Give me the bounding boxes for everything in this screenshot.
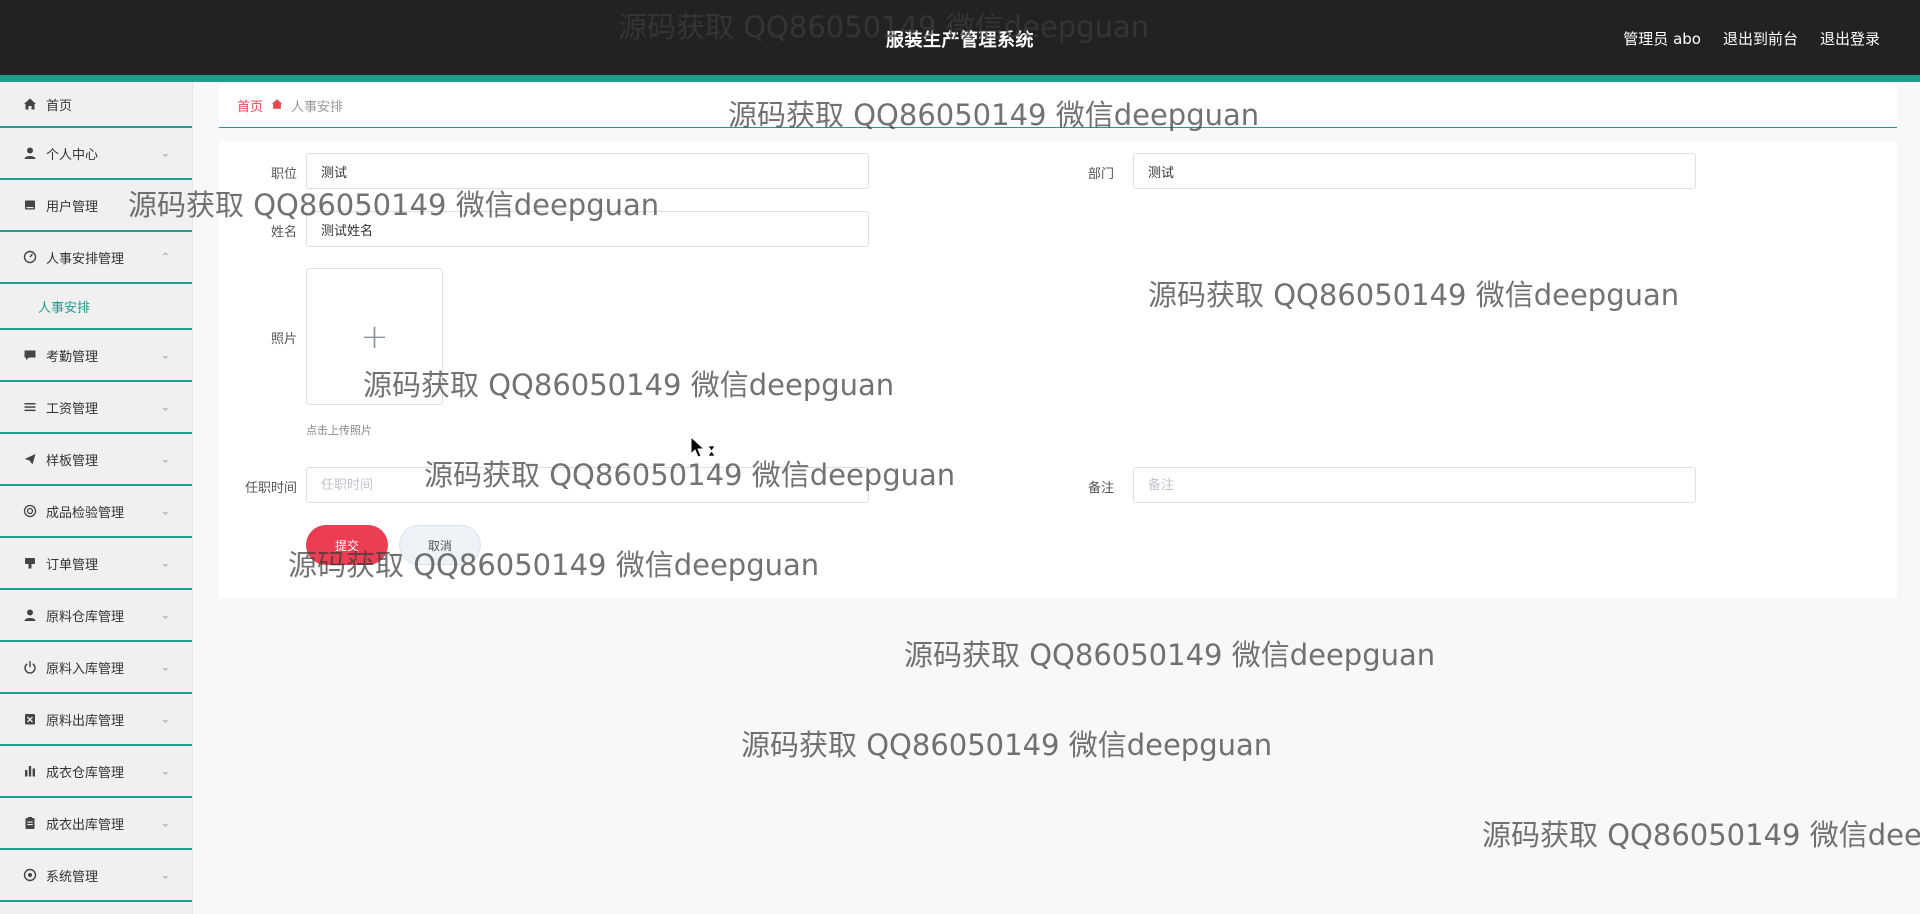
book-icon xyxy=(22,197,38,213)
chevron-up-icon: ⌃ xyxy=(160,250,170,264)
sidebar-item-raw-warehouse[interactable]: 原料仓库管理 ⌄ xyxy=(0,590,192,642)
home-icon xyxy=(271,98,283,113)
tenure-input[interactable] xyxy=(306,467,869,503)
sidebar-item-raw-outbound[interactable]: 原料出库管理 ⌄ xyxy=(0,694,192,746)
sidebar-item-label: 成品检验管理 xyxy=(46,505,125,521)
name-input[interactable] xyxy=(306,211,869,247)
form-panel: 职位 部门 姓名 照片 + 点击上传照片 任职时间 备注 提交 取消 xyxy=(219,141,1897,598)
sidebar-item-salary[interactable]: 工资管理 ⌄ xyxy=(0,382,192,434)
sidebar-item-user-management[interactable]: 用户管理 xyxy=(0,180,192,232)
sidebar-item-attendance[interactable]: 考勤管理 ⌄ xyxy=(0,330,192,382)
sidebar-item-label: 人事安排管理 xyxy=(46,251,125,267)
submit-button[interactable]: 提交 xyxy=(306,525,388,565)
sidebar-item-garment-warehouse[interactable]: 成衣仓库管理 ⌄ xyxy=(0,746,192,798)
user-icon xyxy=(22,145,38,161)
watermark-text: 源码获取 QQ86050149 微信deepguan xyxy=(741,728,1273,762)
department-input[interactable] xyxy=(1133,153,1696,189)
power-icon xyxy=(22,659,38,675)
breadcrumb: 首页 人事安排 xyxy=(219,84,1897,128)
sidebar-item-orders[interactable]: 订单管理 ⌄ xyxy=(0,538,192,590)
box-icon xyxy=(22,711,38,727)
settings-icon xyxy=(22,867,38,883)
gauge-icon xyxy=(22,249,38,265)
watermark-text: 源码获取 QQ86050149 微信deepguan xyxy=(904,638,1436,672)
sidebar-subitem-label: 人事安排 xyxy=(38,300,91,316)
chevron-down-icon: ⌄ xyxy=(160,764,170,778)
target-icon xyxy=(22,503,38,519)
sidebar: 首页 个人中心 ⌄ 用户管理 人事安排管理 ⌃ 人事安排 考勤管理 ⌄ 工资管理 xyxy=(0,82,193,914)
plus-icon: + xyxy=(360,316,389,357)
sidebar-item-home[interactable]: 首页 xyxy=(0,82,192,128)
chevron-down-icon: ⌄ xyxy=(160,400,170,414)
chevron-down-icon: ⌄ xyxy=(160,452,170,466)
position-label: 职位 xyxy=(270,167,297,182)
remark-input[interactable] xyxy=(1133,467,1696,503)
send-icon xyxy=(22,451,38,467)
sidebar-item-system[interactable]: 系统管理 ⌄ xyxy=(0,850,192,902)
sidebar-item-personal-center[interactable]: 个人中心 ⌄ xyxy=(0,128,192,180)
chevron-down-icon: ⌄ xyxy=(160,348,170,362)
cancel-button[interactable]: 取消 xyxy=(399,525,481,565)
logout-link[interactable]: 退出登录 xyxy=(1820,28,1880,49)
exit-to-front-link[interactable]: 退出到前台 xyxy=(1723,28,1798,49)
chevron-down-icon: ⌄ xyxy=(160,868,170,882)
top-header: 服装生产管理系统 管理员 abo 退出到前台 退出登录 xyxy=(0,0,1920,75)
sidebar-item-raw-inbound[interactable]: 原料入库管理 ⌄ xyxy=(0,642,192,694)
sidebar-item-label: 成衣仓库管理 xyxy=(46,765,125,781)
sidebar-item-label: 原料仓库管理 xyxy=(46,609,125,625)
chevron-down-icon: ⌄ xyxy=(160,504,170,518)
header-accent-bar xyxy=(0,75,1920,82)
home-icon xyxy=(22,96,38,112)
sidebar-item-label: 订单管理 xyxy=(46,557,99,573)
person-icon xyxy=(22,607,38,623)
department-label: 部门 xyxy=(1087,167,1114,182)
chat-icon xyxy=(22,347,38,363)
breadcrumb-home-link[interactable]: 首页 xyxy=(237,96,263,115)
chevron-down-icon: ⌄ xyxy=(160,712,170,726)
sidebar-item-label: 工资管理 xyxy=(46,401,99,417)
sidebar-item-label: 原料出库管理 xyxy=(46,713,125,729)
sidebar-item-label: 个人中心 xyxy=(46,147,99,163)
admin-user-label[interactable]: 管理员 abo xyxy=(1623,28,1701,49)
sidebar-subitem-hr-arrangement[interactable]: 人事安排 xyxy=(0,284,192,330)
header-actions: 管理员 abo 退出到前台 退出登录 xyxy=(1623,28,1880,49)
mouse-cursor-icon xyxy=(690,435,718,466)
name-label: 姓名 xyxy=(270,225,297,240)
sidebar-item-label: 样板管理 xyxy=(46,453,99,469)
list-icon xyxy=(22,399,38,415)
photo-label: 照片 xyxy=(270,332,297,347)
tenure-label: 任职时间 xyxy=(244,481,297,496)
sidebar-item-inspection[interactable]: 成品检验管理 ⌄ xyxy=(0,486,192,538)
photo-upload-box[interactable]: + xyxy=(306,268,443,405)
chevron-down-icon: ⌄ xyxy=(160,146,170,160)
position-input[interactable] xyxy=(306,153,869,189)
sidebar-item-hr-arrangement[interactable]: 人事安排管理 ⌃ xyxy=(0,232,192,284)
remark-label: 备注 xyxy=(1087,481,1114,496)
stamp-icon xyxy=(22,555,38,571)
sidebar-item-label: 用户管理 xyxy=(46,199,99,215)
chevron-down-icon: ⌄ xyxy=(160,608,170,622)
watermark-text: 源码获取 QQ86050149 微信deepguan xyxy=(1482,818,1920,852)
sidebar-item-label: 首页 xyxy=(46,98,73,114)
sidebar-item-label: 原料入库管理 xyxy=(46,661,125,677)
sidebar-item-label: 考勤管理 xyxy=(46,349,99,365)
sidebar-item-label: 系统管理 xyxy=(46,869,99,885)
chevron-down-icon: ⌄ xyxy=(160,556,170,570)
breadcrumb-current: 人事安排 xyxy=(291,100,344,115)
upload-tip: 点击上传照片 xyxy=(306,424,372,437)
bar-chart-icon xyxy=(22,763,38,779)
clipboard-icon xyxy=(22,815,38,831)
sidebar-item-label: 成衣出库管理 xyxy=(46,817,125,833)
chevron-down-icon: ⌄ xyxy=(160,660,170,674)
sidebar-item-garment-outbound[interactable]: 成衣出库管理 ⌄ xyxy=(0,798,192,850)
sidebar-item-sample[interactable]: 样板管理 ⌄ xyxy=(0,434,192,486)
chevron-down-icon: ⌄ xyxy=(160,816,170,830)
